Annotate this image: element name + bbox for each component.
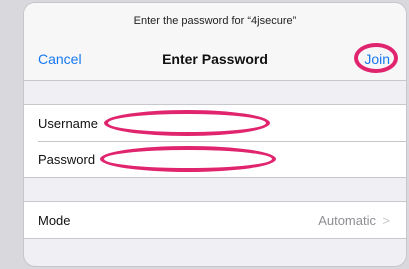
sheet-title: Enter Password	[162, 51, 268, 67]
join-highlight-circle	[354, 43, 398, 73]
username-label: Username	[38, 115, 98, 131]
password-highlight-oval	[100, 146, 276, 172]
username-highlight-oval	[104, 110, 270, 136]
mode-row[interactable]: Mode Automatic >	[24, 202, 406, 238]
chevron-right-icon: >	[382, 212, 390, 228]
mode-label: Mode	[38, 212, 71, 228]
network-prompt: Enter the password for “4jsecure”	[133, 15, 297, 27]
mode-group: Mode Automatic >	[24, 201, 406, 239]
password-label: Password	[38, 151, 96, 167]
sheet-header: Enter the password for “4jsecure” Cancel…	[24, 3, 406, 81]
screen-frame: Enter the password for “4jsecure” Cancel…	[0, 0, 409, 269]
mode-value: Automatic	[318, 212, 376, 228]
